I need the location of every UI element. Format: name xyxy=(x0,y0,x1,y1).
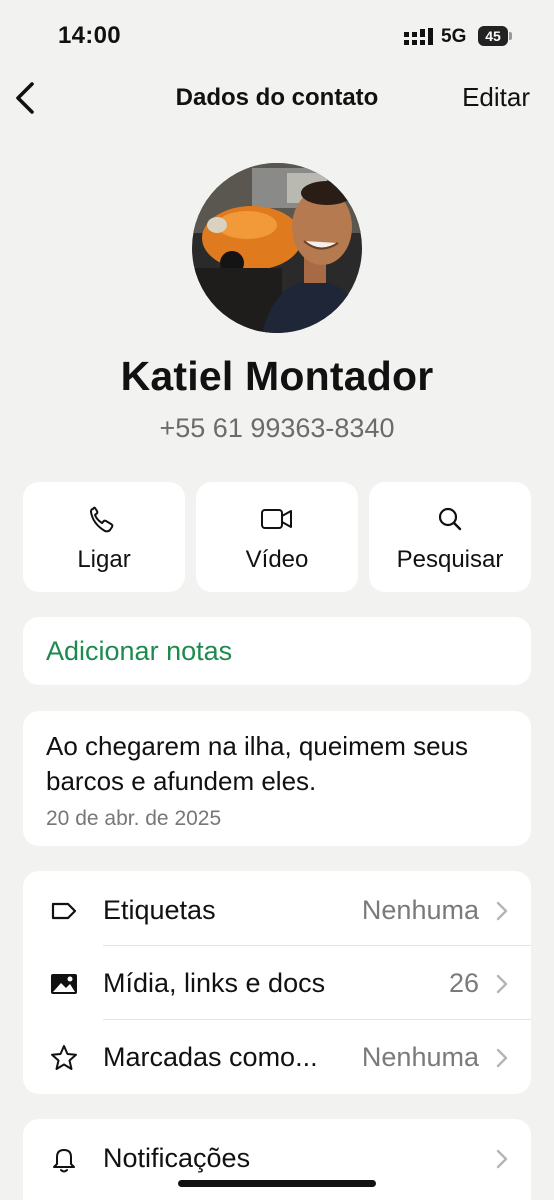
search-icon xyxy=(438,507,462,531)
about-text: Ao chegarem na ilha, queimem seus barcos… xyxy=(46,731,469,796)
video-label: Vídeo xyxy=(245,546,309,573)
starred-label: Marcadas como... xyxy=(103,1042,318,1072)
about-card: Ao chegarem na ilha, queimem seus barcos… xyxy=(23,711,531,846)
about-date: 20 de abr. de 2025 xyxy=(46,807,222,830)
labels-label: Etiquetas xyxy=(103,895,216,925)
list-item-media[interactable]: Mídia, links e docs 26 xyxy=(23,946,531,1020)
tag-icon xyxy=(51,902,77,920)
phone-icon xyxy=(90,506,114,533)
signal-icon xyxy=(404,28,433,45)
image-icon xyxy=(51,974,77,994)
status-time: 14:00 xyxy=(58,22,121,49)
chevron-right-icon xyxy=(496,1048,508,1068)
list-item-labels[interactable]: Etiquetas Nenhuma xyxy=(23,873,531,947)
battery-icon: 45 xyxy=(478,26,512,48)
add-notes-card[interactable]: Adicionar notas xyxy=(23,617,531,685)
contact-name: Katiel Montador xyxy=(120,353,434,399)
labels-value: Nenhuma xyxy=(361,895,479,925)
notifications-label: Notificações xyxy=(103,1143,251,1173)
video-button[interactable]: Vídeo xyxy=(196,482,358,592)
search-label: Pesquisar xyxy=(396,546,504,573)
edit-button[interactable]: Editar xyxy=(462,82,530,113)
call-button[interactable]: Ligar xyxy=(23,482,185,592)
star-icon xyxy=(51,1045,77,1070)
starred-value: Nenhuma xyxy=(361,1042,479,1072)
contact-info-screen: 14:00 5G 45 Dados do contato Editar Kati… xyxy=(0,0,554,1200)
video-icon xyxy=(261,509,292,529)
media-count: 26 xyxy=(448,968,479,998)
contact-phone[interactable]: +55 61 99363-8340 xyxy=(0,413,554,444)
list-item-starred[interactable]: Marcadas como... Nenhuma xyxy=(23,1020,531,1094)
battery-level: 45 xyxy=(478,26,508,46)
media-label: Mídia, links e docs xyxy=(103,968,326,998)
chevron-right-icon xyxy=(496,974,508,994)
home-indicator[interactable] xyxy=(178,1180,376,1187)
network-label: 5G xyxy=(441,26,467,47)
chevron-right-icon xyxy=(496,901,508,921)
avatar[interactable] xyxy=(192,163,362,333)
search-button[interactable]: Pesquisar xyxy=(369,482,531,592)
call-label: Ligar xyxy=(77,546,131,573)
status-bar: 14:00 5G 45 xyxy=(0,0,554,70)
notifications-card: Notificações xyxy=(23,1119,531,1200)
chevron-right-icon xyxy=(496,1149,508,1169)
details-list: Etiquetas Nenhuma Mídia, links e docs 26 xyxy=(23,871,531,1094)
add-notes-label: Adicionar notas xyxy=(46,636,233,666)
bell-icon xyxy=(53,1149,75,1173)
